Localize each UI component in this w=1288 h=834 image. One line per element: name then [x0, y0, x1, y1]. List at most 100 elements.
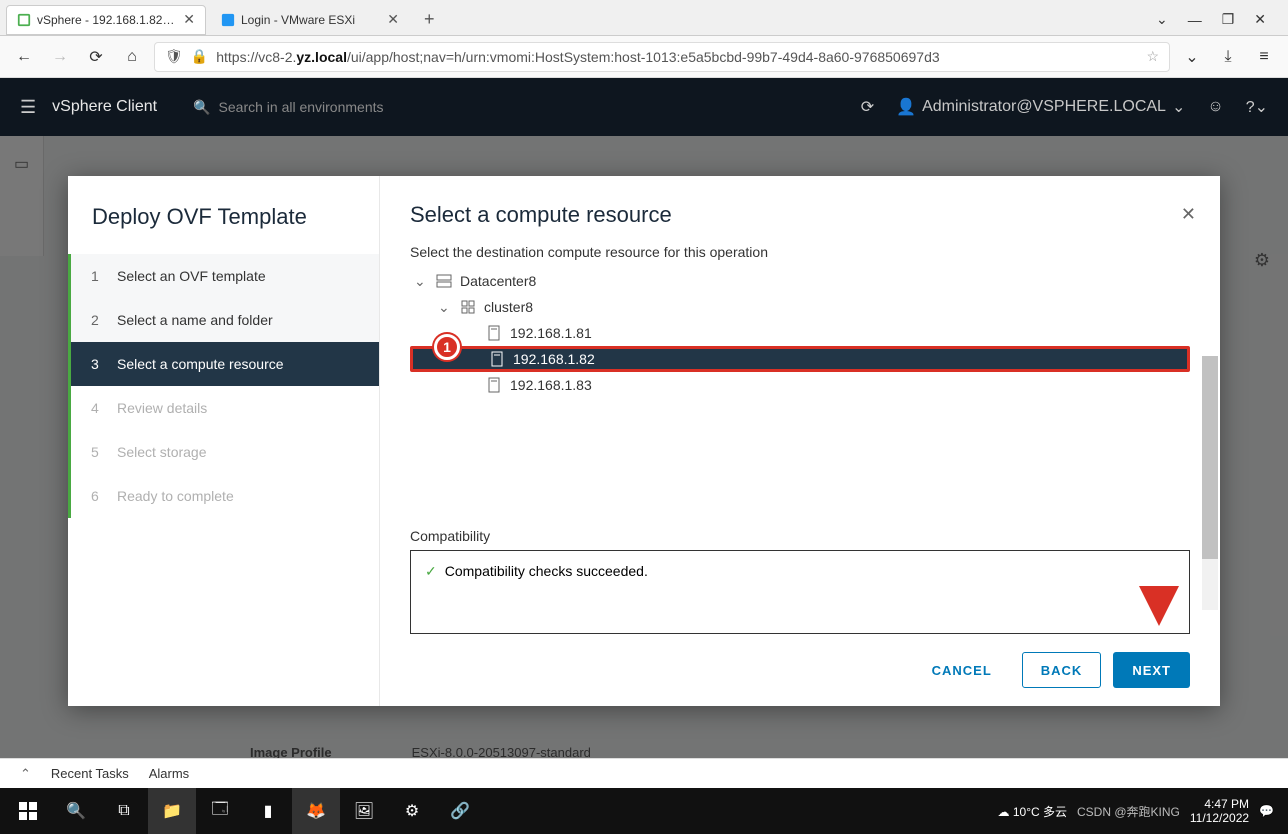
user-icon: 👤	[896, 97, 916, 117]
tab-title: Login - VMware ESXi	[241, 13, 381, 27]
cancel-button[interactable]: CANCEL	[914, 652, 1010, 688]
step-storage: 5 Select storage	[71, 430, 379, 474]
compatibility-label: Compatibility	[380, 528, 1220, 550]
downloads-icon[interactable]: ⤓	[1214, 43, 1242, 71]
user-label: Administrator@VSPHERE.LOCAL	[922, 98, 1166, 116]
tab-close-icon[interactable]: ✕	[183, 11, 195, 28]
windows-taskbar: 🔍 ⧉ 📁 🗔 ▮ 🦊 🖼 ⚙ 🔗 ☁ 10°C 多云 CSDN @奔跑KING…	[0, 788, 1288, 834]
alarms-tab[interactable]: Alarms	[149, 766, 189, 781]
recent-tasks-tab[interactable]: Recent Tasks	[51, 766, 129, 781]
app-icon-2[interactable]: 🖼	[340, 788, 388, 834]
wizard-steps-panel: Deploy OVF Template 1 Select an OVF temp…	[68, 176, 380, 706]
dialog-title: Deploy OVF Template	[68, 204, 379, 254]
tabs-dropdown-icon[interactable]: ⌄	[1156, 11, 1168, 28]
tree-label: cluster8	[484, 299, 533, 315]
browser-tab-strip: vSphere - 192.168.1.82 - Summa ✕ Login -…	[0, 0, 1288, 36]
app-icon-4[interactable]: 🔗	[436, 788, 484, 834]
tree-host-83[interactable]: 192.168.1.83	[410, 372, 1190, 398]
cluster-icon	[460, 299, 476, 315]
compatibility-box: ✓ Compatibility checks succeeded.	[410, 550, 1190, 634]
user-menu[interactable]: 👤 Administrator@VSPHERE.LOCAL ⌄	[896, 97, 1185, 117]
nav-reload-button[interactable]: ⟳	[82, 43, 110, 71]
chevron-down-icon: ⌄	[1172, 97, 1185, 117]
url-text: https://vc8-2.yz.local/ui/app/host;nav=h…	[216, 49, 1138, 65]
compatibility-message: Compatibility checks succeeded.	[445, 563, 648, 579]
url-input[interactable]: 🛡 🔒 https://vc8-2.yz.local/ui/app/host;n…	[154, 42, 1170, 72]
task-view-icon[interactable]: ⧉	[100, 788, 148, 834]
bookmark-star-icon[interactable]: ☆	[1146, 48, 1159, 65]
esxi-favicon-icon	[221, 13, 235, 27]
tab-close-icon[interactable]: ✕	[387, 11, 399, 28]
shield-icon: 🛡	[165, 48, 183, 65]
search-taskbar-icon[interactable]: 🔍	[52, 788, 100, 834]
tree-host-81[interactable]: 192.168.1.81	[410, 320, 1190, 346]
lock-icon: 🔒	[191, 48, 208, 65]
refresh-icon[interactable]: ⟳	[861, 97, 874, 117]
terminal-icon[interactable]: ▮	[244, 788, 292, 834]
browser-tab-inactive[interactable]: Login - VMware ESXi ✕	[210, 5, 410, 35]
dialog-footer: CANCEL BACK NEXT	[380, 634, 1220, 706]
global-search[interactable]: 🔍 Search in all environments	[193, 99, 383, 116]
tab-title: vSphere - 192.168.1.82 - Summa	[37, 13, 177, 27]
step-ready: 6 Ready to complete	[71, 474, 379, 518]
app-icon-1[interactable]: 🗔	[196, 788, 244, 834]
tree-label: Datacenter8	[460, 273, 536, 289]
panel-title: Select a compute resource	[410, 202, 1190, 228]
check-icon: ✓	[425, 563, 437, 580]
dialog-close-button[interactable]: ✕	[1181, 204, 1196, 225]
search-placeholder: Search in all environments	[219, 99, 384, 115]
start-button[interactable]	[4, 788, 52, 834]
next-button[interactable]: NEXT	[1113, 652, 1190, 688]
tree-datacenter[interactable]: ⌄ Datacenter8	[410, 268, 1190, 294]
pocket-icon[interactable]: ⌄	[1178, 43, 1206, 71]
new-tab-button[interactable]: +	[414, 9, 445, 30]
step-compute-resource[interactable]: 3 Select a compute resource	[71, 342, 379, 386]
app-icon-3[interactable]: ⚙	[388, 788, 436, 834]
vsphere-header: ☰ vSphere Client 🔍 Search in all environ…	[0, 78, 1288, 136]
weather-widget[interactable]: ☁ 10°C 多云	[998, 803, 1068, 820]
search-icon: 🔍	[193, 99, 210, 116]
tree-cluster[interactable]: ⌄ cluster8	[410, 294, 1190, 320]
notifications-icon[interactable]: 💬	[1259, 804, 1274, 818]
system-tray: ☁ 10°C 多云 CSDN @奔跑KING 4:47 PM 11/12/202…	[998, 797, 1284, 826]
clock[interactable]: 4:47 PM 11/12/2022	[1190, 797, 1249, 826]
app-title: vSphere Client	[52, 98, 157, 116]
hamburger-menu-icon[interactable]: ☰	[20, 97, 36, 118]
wizard-content-panel: ✕ Select a compute resource Select the d…	[380, 176, 1220, 706]
tree-host-82[interactable]: 192.168.1.82	[410, 346, 1190, 372]
step-review: 4 Review details	[71, 386, 379, 430]
step-select-ovf[interactable]: 1 Select an OVF template	[71, 254, 379, 298]
panel-toggle-icon[interactable]: ⌃	[20, 766, 31, 782]
browser-tab-active[interactable]: vSphere - 192.168.1.82 - Summa ✕	[6, 5, 206, 35]
step-name-folder[interactable]: 2 Select a name and folder	[71, 298, 379, 342]
annotation-callout-1: 1	[434, 334, 460, 360]
browser-menu-icon[interactable]: ≡	[1250, 43, 1278, 71]
collapse-icon[interactable]: ⌄	[438, 299, 452, 316]
deploy-ovf-dialog: Deploy OVF Template 1 Select an OVF temp…	[68, 176, 1220, 706]
tree-label: 192.168.1.83	[510, 377, 592, 393]
browser-toolbar: ← → ⟳ ⌂ 🛡 🔒 https://vc8-2.yz.local/ui/ap…	[0, 36, 1288, 78]
explorer-icon[interactable]: 📁	[148, 788, 196, 834]
tree-label: 192.168.1.82	[513, 351, 595, 367]
host-icon	[489, 351, 505, 367]
collapse-icon[interactable]: ⌄	[414, 273, 428, 290]
window-maximize-button[interactable]: ❐	[1222, 11, 1235, 28]
panel-subtitle: Select the destination compute resource …	[380, 234, 1220, 268]
tray-overflow[interactable]: CSDN @奔跑KING	[1077, 803, 1180, 820]
firefox-icon[interactable]: 🦊	[292, 788, 340, 834]
compute-resource-tree: ⌄ Datacenter8 ⌄ cluster8 192.168.1.81 19…	[380, 268, 1220, 528]
nav-home-button[interactable]: ⌂	[118, 43, 146, 71]
wizard-steps: 1 Select an OVF template 2 Select a name…	[68, 254, 379, 518]
back-button[interactable]: BACK	[1022, 652, 1102, 688]
datacenter-icon	[436, 273, 452, 289]
nav-forward-button[interactable]: →	[46, 43, 74, 71]
window-minimize-button[interactable]: —	[1188, 12, 1202, 28]
nav-back-button[interactable]: ←	[10, 43, 38, 71]
help-icon[interactable]: ?⌄	[1246, 97, 1268, 117]
tree-label: 192.168.1.81	[510, 325, 592, 341]
scrollbar[interactable]	[1202, 356, 1218, 610]
window-controls: ⌄ — ❐ ✕	[1156, 11, 1282, 28]
feedback-icon[interactable]: ☺	[1207, 98, 1223, 116]
window-close-button[interactable]: ✕	[1254, 11, 1266, 28]
host-icon	[486, 377, 502, 393]
